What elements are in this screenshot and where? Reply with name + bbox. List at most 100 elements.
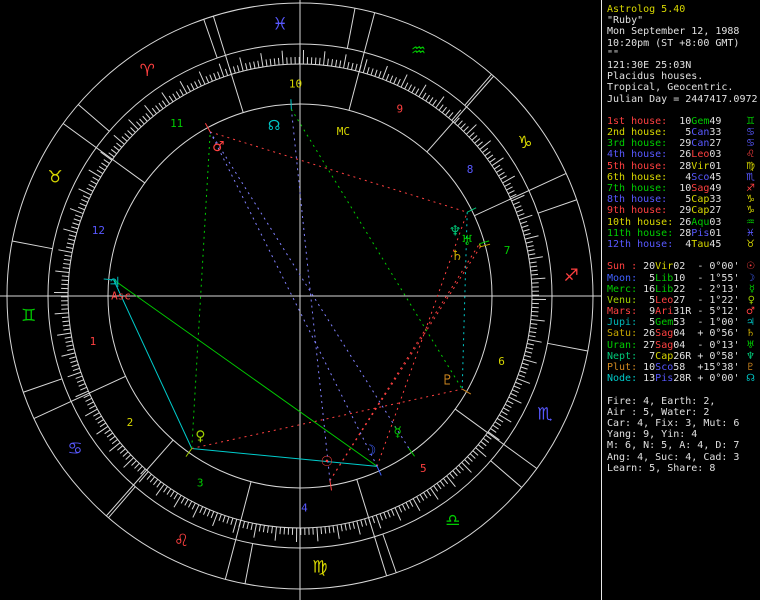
chart-coordinates: 121:30E 25:03N <box>607 59 692 71</box>
house-number-10: 10 <box>289 78 302 91</box>
house-row: 2nd house: 5Can33 ♋ <box>607 127 755 139</box>
house-number-4: 4 <box>301 501 308 514</box>
aspect-Satu-Uran <box>479 243 481 247</box>
chart-time: 10:20pm (ST +8:00 GMT) <box>607 37 740 49</box>
astrolog-window: ♈ ♉ ♊ ♋ ♌ ♍ ♎ ♏ ♐ ♑ ♒ ♓ 1 2 3 4 5 6 7 8 9 10 11 12 ☉ ☽ ☿ ♀ ♂ ♃ ♄ ♅ ♆ ♇ ☊ MC… <box>0 0 760 600</box>
sign-glyph-Cap: ♑ <box>746 194 755 206</box>
sign-glyph-Leo: ♌ <box>746 149 755 161</box>
planet-row: Plut: 10Sco58 +15°38' ♇ <box>607 362 755 373</box>
house-row: 12th house: 4Tau45 ♉ <box>607 238 755 250</box>
house-row: 4th house: 26Leo03 ♌ <box>607 149 755 161</box>
sign-glyph-Cap: ♑ <box>746 205 755 217</box>
house-row: 8th house: 5Cap33 ♑ <box>607 194 755 206</box>
sign-glyph-Can: ♋ <box>67 439 82 459</box>
aspect-Sun-Node <box>290 109 331 481</box>
stat-line: M: 6, N: 5, A: 4, D: 7 <box>607 440 740 452</box>
point-labels: MC Asc <box>111 125 350 302</box>
sign-glyph-Sag: ♐ <box>564 266 579 286</box>
chart-name: "Ruby" <box>607 15 644 27</box>
sign-glyph-Pis: ♓ <box>273 15 288 35</box>
house-number-7: 7 <box>504 244 511 257</box>
app-title: Astrolog 5.40 <box>607 4 686 15</box>
sign-glyph-Gem: ♊ <box>21 306 36 326</box>
aspect-Venu-Jupi <box>113 279 193 449</box>
sign-glyph-Vir: ♍ <box>312 557 327 577</box>
chart-area: ♈ ♉ ♊ ♋ ♌ ♍ ♎ ♏ ♐ ♑ ♒ ♓ 1 2 3 4 5 6 7 8 9 10 11 12 ☉ ☽ ☿ ♀ ♂ ♃ ♄ ♅ ♆ ♇ ☊ MC… <box>0 0 601 600</box>
planet-row: Sun : 20Vir02 - 0°00' ☉ <box>607 261 755 273</box>
aspect-Sun-Uran <box>329 243 480 481</box>
stat-line: Car: 4, Fix: 3, Mut: 6 <box>607 417 740 429</box>
house-number-12: 12 <box>92 224 105 237</box>
planet-row: Moon: 5Lib10 - 1°55' ☽ <box>607 272 755 284</box>
chart-date: Mon September 12, 1988 <box>607 26 740 38</box>
planet-glyph-Jupi: ♃ <box>746 317 755 329</box>
house-number-9: 9 <box>396 102 403 115</box>
sign-glyph-Cap: ♑ <box>517 133 532 153</box>
house-system: Placidus houses. <box>607 71 704 83</box>
house-row: 7th house: 10Sag49 ♐ <box>607 183 755 194</box>
planet-row: Jupi: 5Gem53 - 1°00' ♃ <box>607 317 755 329</box>
sign-glyph-Ari: ♈ <box>140 61 155 81</box>
stat-line: Yang: 9, Yin: 4 <box>607 429 698 441</box>
planet-glyph-Merc: ☿ <box>393 425 402 441</box>
sign-glyph-Sco: ♏ <box>537 404 552 424</box>
aspect-lines <box>113 108 481 481</box>
stat-line: Air : 5, Water: 2 <box>607 406 710 418</box>
sign-glyph-Sco: ♏ <box>746 171 755 183</box>
aspect-Venu-Mars <box>191 131 211 449</box>
house-number-1: 1 <box>90 335 97 348</box>
house-number-2: 2 <box>127 416 134 429</box>
house-row: 3rd house: 29Can27 ♋ <box>607 138 755 150</box>
planet-glyph-Nept: ♆ <box>449 223 462 239</box>
aspect-Moon-Jupi <box>113 279 378 467</box>
planet-row: Merc: 16Lib22 - 2°13' ☿ <box>607 283 755 295</box>
sign-glyph-Gem: ♊ <box>746 115 755 127</box>
house-row: 10th house: 26Aqu03 ♒ <box>607 216 755 228</box>
zodiac-setting: Tropical, Geocentric. <box>607 82 734 94</box>
planet-row: Mars: 9Ari31R - 5°12' ♂ <box>607 306 755 318</box>
planet-glyph-Node: ☊ <box>746 373 755 385</box>
house-row: 5th house: 28Vir01 ♍ <box>607 160 755 172</box>
house-number-6: 6 <box>498 355 505 368</box>
planet-row: Node: 13Pis28R + 0°00' ☊ <box>607 373 755 385</box>
planet-glyph-Sun: ☉ <box>746 261 755 273</box>
chart-wheel: ♈♉♊♋♌♍♎♏♐♑♒♓123456789101112☉☽☿♀♂♃♄♅♆♇☊ MC… <box>0 0 601 600</box>
label-MC: MC <box>337 125 350 138</box>
planet-glyph-Satu: ♄ <box>451 248 464 264</box>
planet-row: Nept: 7Cap26R + 0°58' ♆ <box>607 350 755 362</box>
house-row: 9th house: 29Cap27 ♑ <box>607 205 755 217</box>
house-number-5: 5 <box>420 462 427 475</box>
stat-line: Fire: 4, Earth: 2, <box>607 395 716 407</box>
planet-glyph-Satu: ♄ <box>746 328 755 340</box>
planet-glyph-Moon: ☽ <box>746 272 755 284</box>
planet-glyph-Nept: ♆ <box>746 350 755 362</box>
aspect-Venu-Plut <box>191 388 463 449</box>
house-number-8: 8 <box>467 163 474 176</box>
label-Asc: Asc <box>111 290 131 303</box>
planet-glyph-Uran: ♅ <box>746 339 755 351</box>
planet-glyph-Moon: ☽ <box>364 443 377 459</box>
stat-line: Learn: 5, Share: 8 <box>607 462 716 474</box>
aspect-Node-Plut <box>290 108 463 390</box>
sign-glyph-Tau: ♉ <box>48 168 63 188</box>
sign-glyph-Sag: ♐ <box>746 183 755 194</box>
sign-glyph-Aqu: ♒ <box>411 41 426 61</box>
planet-glyph-Node: ☊ <box>268 118 280 134</box>
planet-glyph-Sun: ☉ <box>321 454 334 470</box>
house-row: 11th house: 28Pis01 ♓ <box>607 227 755 239</box>
aspect-Moon-Mars <box>209 131 378 467</box>
house-number-3: 3 <box>197 477 204 490</box>
planet-row: Satu: 26Sag04 + 0°56' ♄ <box>607 328 755 340</box>
sign-glyph-Tau: ♉ <box>746 238 755 250</box>
sign-glyph-Can: ♋ <box>746 138 755 150</box>
planet-glyph-Mars: ♂ <box>746 306 755 318</box>
planet-glyph-Mars: ♂ <box>212 139 225 155</box>
aspect-Mars-Nept <box>210 131 468 213</box>
planet-glyph-Venu: ♀ <box>747 294 755 306</box>
sign-glyph-Pis: ♓ <box>746 227 755 239</box>
sign-glyph-Can: ♋ <box>746 127 755 139</box>
julian-day: Julian Day = 2447417.0972 <box>607 93 758 105</box>
stat-line: Ang: 4, Suc: 4, Cad: 3 <box>607 451 740 463</box>
